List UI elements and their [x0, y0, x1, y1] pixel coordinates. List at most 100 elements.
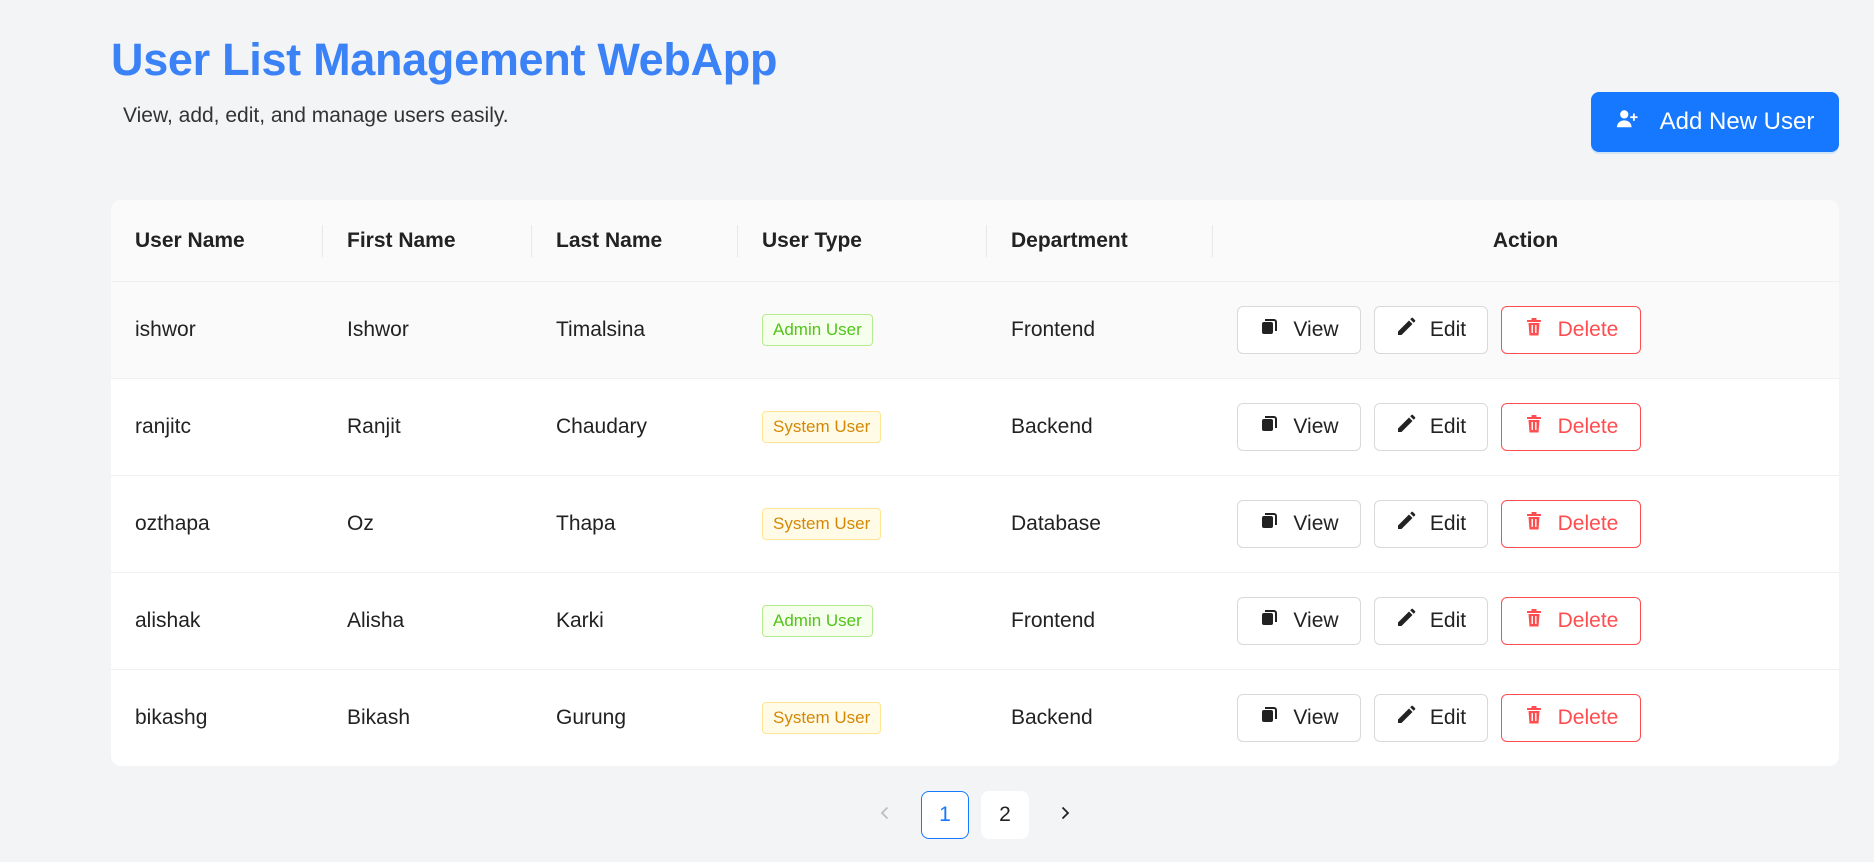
view-label: View — [1293, 415, 1339, 438]
edit-label: Edit — [1429, 512, 1467, 535]
edit-label: Edit — [1429, 415, 1467, 438]
chevron-left-icon — [877, 803, 893, 827]
page-subtitle: View, add, edit, and manage users easily… — [123, 104, 509, 127]
last-name-cell: Karki — [556, 609, 604, 632]
pencil-icon — [1396, 317, 1416, 343]
view-button[interactable]: View — [1237, 597, 1361, 645]
column-header-department: Department — [1011, 229, 1128, 252]
view-label: View — [1293, 609, 1339, 632]
delete-label: Delete — [1557, 415, 1619, 438]
copy-icon — [1259, 317, 1279, 343]
view-button[interactable]: View — [1237, 694, 1361, 742]
pencil-icon — [1396, 511, 1416, 537]
copy-icon — [1259, 608, 1279, 634]
add-new-user-button[interactable]: Add New User — [1591, 92, 1839, 152]
copy-icon — [1259, 705, 1279, 731]
username-cell: bikashg — [135, 706, 208, 729]
view-label: View — [1293, 318, 1339, 341]
last-name-cell: Thapa — [556, 512, 616, 535]
delete-button[interactable]: Delete — [1501, 403, 1641, 451]
username-cell: alishak — [135, 609, 201, 632]
table-row: bikashg Bikash Gurung System User Backen… — [111, 670, 1839, 766]
edit-button[interactable]: Edit — [1374, 306, 1488, 354]
pencil-icon — [1396, 705, 1416, 731]
table-row: ishwor Ishwor Timalsina Admin User Front… — [111, 282, 1839, 379]
column-divider — [986, 225, 987, 257]
department-cell: Frontend — [1011, 318, 1096, 341]
delete-label: Delete — [1557, 706, 1619, 729]
user-type-cell: System User — [762, 670, 882, 766]
view-button[interactable]: View — [1237, 306, 1361, 354]
page: User List Management WebApp View, add, e… — [0, 0, 1874, 862]
user-type-badge: System User — [762, 508, 882, 540]
edit-label: Edit — [1429, 706, 1467, 729]
delete-button[interactable]: Delete — [1501, 694, 1641, 742]
edit-label: Edit — [1429, 318, 1467, 341]
user-type-badge: System User — [762, 702, 882, 734]
column-header-last-name: Last Name — [556, 229, 663, 252]
last-name-cell: Gurung — [556, 706, 627, 729]
action-cell: View Edit Delete — [1237, 573, 1641, 669]
user-type-cell: System User — [762, 476, 882, 572]
action-cell: View Edit Delete — [1237, 670, 1641, 766]
delete-button[interactable]: Delete — [1501, 306, 1641, 354]
column-divider — [322, 225, 323, 257]
last-name-cell: Chaudary — [556, 415, 648, 438]
first-name-cell: Ishwor — [347, 318, 409, 341]
edit-label: Edit — [1429, 609, 1467, 632]
next-page-button[interactable] — [1041, 791, 1089, 839]
add-new-user-label: Add New User — [1659, 108, 1815, 135]
table-row: ozthapa Oz Thapa System User Database Vi… — [111, 476, 1839, 573]
table-row: ranjitc Ranjit Chaudary System User Back… — [111, 379, 1839, 476]
chevron-right-icon — [1057, 803, 1073, 827]
edit-button[interactable]: Edit — [1374, 694, 1488, 742]
action-cell: View Edit Delete — [1237, 282, 1641, 378]
delete-button[interactable]: Delete — [1501, 500, 1641, 548]
department-cell: Database — [1011, 512, 1101, 535]
table-header: User Name First Name Last Name User Type… — [111, 200, 1839, 282]
column-divider — [737, 225, 738, 257]
table-row: alishak Alisha Karki Admin User Frontend… — [111, 573, 1839, 670]
page-title: User List Management WebApp — [111, 34, 778, 85]
view-button[interactable]: View — [1237, 500, 1361, 548]
trash-icon — [1524, 414, 1544, 440]
user-type-cell: Admin User — [762, 282, 873, 378]
action-cell: View Edit Delete — [1237, 379, 1641, 475]
user-add-icon — [1616, 108, 1638, 137]
view-button[interactable]: View — [1237, 403, 1361, 451]
column-header-user-type: User Type — [762, 229, 862, 252]
edit-button[interactable]: Edit — [1374, 500, 1488, 548]
copy-icon — [1259, 414, 1279, 440]
page-1-button[interactable]: 1 — [921, 791, 969, 839]
delete-label: Delete — [1557, 512, 1619, 535]
user-type-badge: System User — [762, 411, 882, 443]
user-type-badge: Admin User — [762, 605, 873, 637]
trash-icon — [1524, 608, 1544, 634]
view-label: View — [1293, 512, 1339, 535]
column-header-first-name: First Name — [347, 229, 456, 252]
view-label: View — [1293, 706, 1339, 729]
first-name-cell: Bikash — [347, 706, 411, 729]
first-name-cell: Oz — [347, 512, 374, 535]
department-cell: Backend — [1011, 415, 1093, 438]
first-name-cell: Alisha — [347, 609, 405, 632]
user-type-cell: Admin User — [762, 573, 873, 669]
pagination: 1 2 — [0, 791, 1874, 839]
username-cell: ranjitc — [135, 415, 192, 438]
edit-button[interactable]: Edit — [1374, 597, 1488, 645]
action-cell: View Edit Delete — [1237, 476, 1641, 572]
user-type-badge: Admin User — [762, 314, 873, 346]
user-table: User Name First Name Last Name User Type… — [111, 200, 1839, 766]
pencil-icon — [1396, 414, 1416, 440]
edit-button[interactable]: Edit — [1374, 403, 1488, 451]
trash-icon — [1524, 511, 1544, 537]
username-cell: ishwor — [135, 318, 196, 341]
department-cell: Backend — [1011, 706, 1093, 729]
delete-label: Delete — [1557, 318, 1619, 341]
delete-label: Delete — [1557, 609, 1619, 632]
page-2-button[interactable]: 2 — [981, 791, 1029, 839]
prev-page-button[interactable] — [861, 791, 909, 839]
department-cell: Frontend — [1011, 609, 1096, 632]
column-divider — [531, 225, 532, 257]
delete-button[interactable]: Delete — [1501, 597, 1641, 645]
